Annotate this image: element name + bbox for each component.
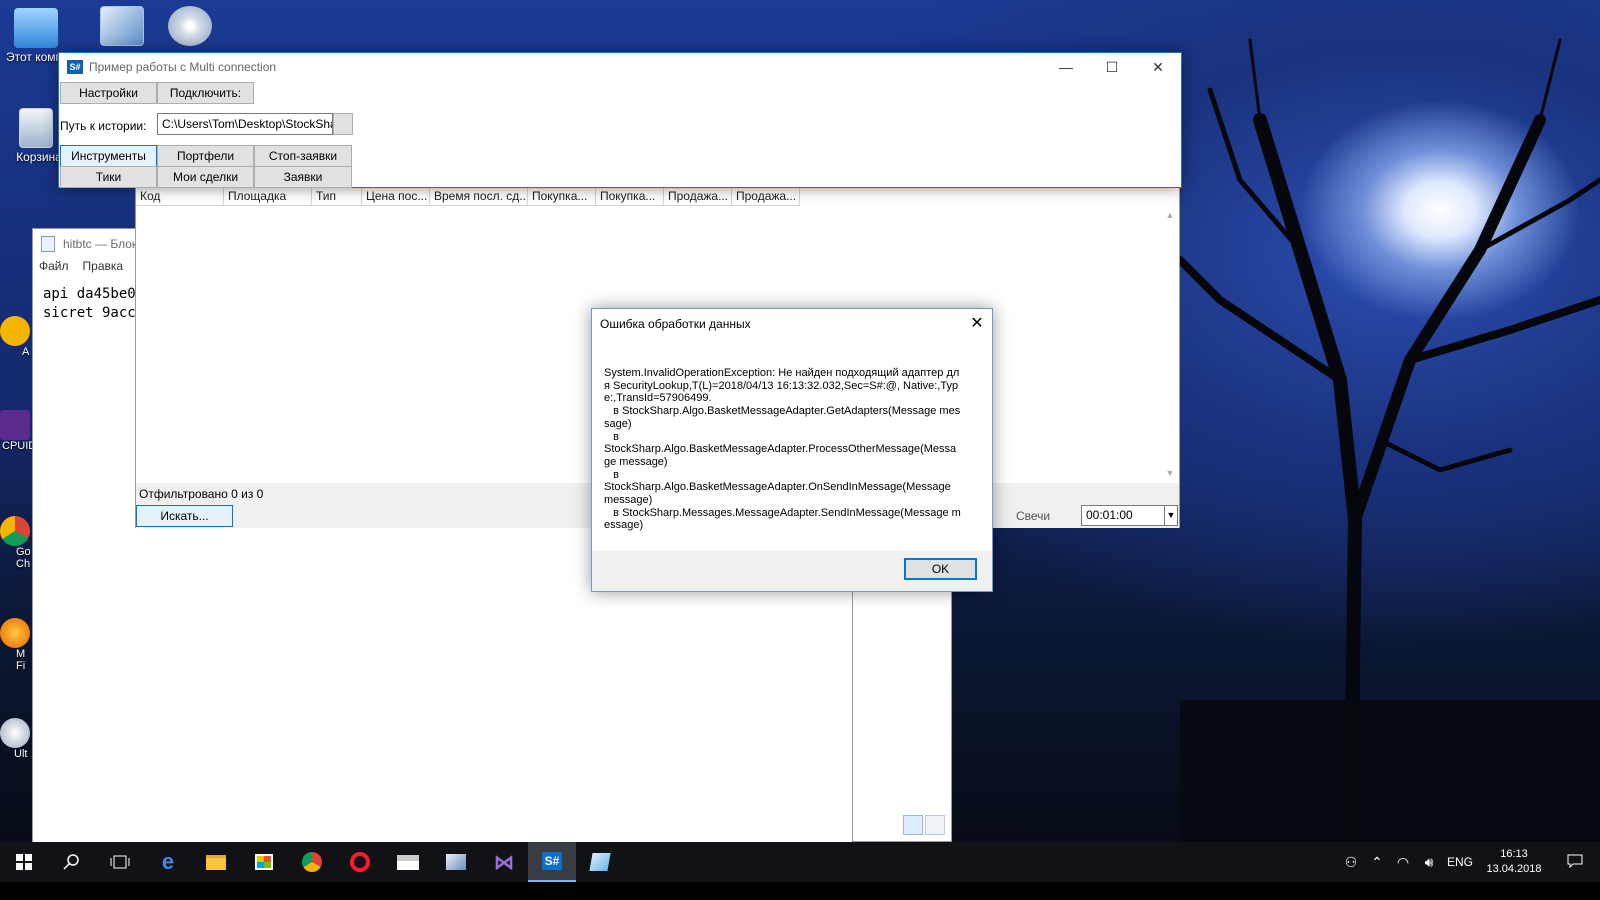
- visual-studio-icon[interactable]: ⋈: [480, 842, 528, 882]
- search-button[interactable]: Искать...: [136, 505, 233, 527]
- start-icon[interactable]: [0, 842, 48, 882]
- task-view-icon[interactable]: [96, 842, 144, 882]
- search-icon[interactable]: [48, 842, 96, 882]
- column-header[interactable]: Покупка...: [596, 188, 664, 206]
- window-title: Пример работы с Multi connection: [89, 60, 277, 74]
- ok-button[interactable]: OK: [904, 558, 977, 580]
- desktop-icon-partial[interactable]: Go Ch: [0, 516, 34, 570]
- stocksharp-icon[interactable]: S#: [528, 842, 576, 882]
- main-title-bar[interactable]: S# Пример работы с Multi connection — ☐ …: [59, 53, 1181, 81]
- recycle-bin-icon: [19, 108, 53, 148]
- tree-silhouette: [1180, 38, 1600, 900]
- candles-label: Свечи: [1016, 509, 1051, 523]
- chrome-icon: [0, 516, 30, 546]
- system-tray: ⚇ ⌃ ◠ 🔊︎ ENG 16:13 13.04.2018: [1338, 842, 1600, 882]
- column-header[interactable]: Продажа...: [732, 188, 800, 206]
- column-header[interactable]: Покупка...: [528, 188, 596, 206]
- desktop-icon-label: Этот компьютер: [6, 50, 66, 64]
- disc-icon: [0, 718, 30, 748]
- grid-header: Код Площадка Тип Цена пос... Время посл.…: [136, 188, 800, 206]
- chrome-icon[interactable]: [288, 842, 336, 882]
- dialog-message: System.InvalidOperationException: Не най…: [592, 339, 992, 551]
- close-button[interactable]: ✕: [1135, 53, 1181, 81]
- tab-ticks[interactable]: Тики: [60, 166, 157, 188]
- history-path-label: Путь к истории:: [60, 119, 147, 133]
- notepad-icon[interactable]: [576, 842, 624, 882]
- close-icon[interactable]: ✕: [962, 309, 992, 339]
- error-dialog[interactable]: Ошибка обработки данных ✕ System.Invalid…: [591, 308, 993, 592]
- list-view-icon[interactable]: [903, 815, 923, 835]
- browse-button[interactable]: [333, 113, 353, 135]
- timeframe-field[interactable]: 00:01:00: [1081, 505, 1165, 526]
- history-path-input[interactable]: C:\Users\Tom\Desktop\StockSha: [157, 113, 333, 135]
- desktop-icon-label: Ult: [14, 748, 28, 760]
- tab-stop-orders[interactable]: Стоп-заявки: [254, 145, 352, 167]
- menu-edit[interactable]: Правка: [83, 259, 124, 279]
- firefox-icon: [0, 618, 30, 648]
- tab-portfolios[interactable]: Портфели: [157, 145, 254, 167]
- cpuid-icon: [0, 410, 30, 440]
- language-indicator[interactable]: ENG: [1442, 855, 1478, 869]
- column-header[interactable]: Время посл. сд...: [430, 188, 528, 206]
- notepad-icon: [41, 236, 55, 252]
- volume-icon[interactable]: 🔊︎: [1416, 854, 1442, 871]
- clock-time: 16:13: [1500, 848, 1528, 860]
- desktop-icon-label: A: [22, 346, 30, 358]
- column-header[interactable]: Код: [136, 188, 224, 206]
- maximize-button[interactable]: ☐: [1089, 53, 1135, 81]
- dialog-title-bar[interactable]: Ошибка обработки данных ✕: [592, 309, 992, 339]
- grid-scrollbar[interactable]: ▲ ▼: [1163, 208, 1177, 480]
- stocksharp-label: S#: [541, 852, 563, 870]
- scroll-up-icon[interactable]: ▲: [1163, 208, 1177, 222]
- desktop-icon-disc[interactable]: [158, 6, 222, 48]
- desktop-icon-partial[interactable]: Ult: [0, 718, 34, 760]
- minimize-button[interactable]: —: [1043, 53, 1089, 81]
- clock[interactable]: 16:13 13.04.2018: [1478, 847, 1550, 877]
- desktop-icon-control-panel[interactable]: [90, 6, 154, 48]
- desktop-icon-label: Go Ch: [16, 546, 31, 570]
- explorer-icon[interactable]: [192, 842, 240, 882]
- notepad-title: hitbtc — Блок: [63, 237, 138, 251]
- mail-icon[interactable]: [384, 842, 432, 882]
- desktop-icon-partial[interactable]: CPUID: [0, 410, 34, 452]
- app-shortcut-icon: [0, 316, 30, 346]
- details-view-icon[interactable]: [925, 815, 945, 835]
- clock-date: 13.04.2018: [1486, 863, 1542, 875]
- main-window[interactable]: S# Пример работы с Multi connection — ☐ …: [58, 52, 1182, 188]
- stocksharp-icon: S#: [67, 60, 83, 74]
- settings-button[interactable]: Настройки: [60, 82, 157, 104]
- desktop-icon-label: CPUID: [2, 440, 34, 452]
- scroll-down-icon[interactable]: ▼: [1163, 466, 1177, 480]
- filter-status: Отфильтровано 0 из 0: [139, 487, 264, 501]
- tab-my-trades[interactable]: Мои сделки: [157, 166, 254, 188]
- notifications-icon[interactable]: [1550, 854, 1600, 871]
- tab-orders[interactable]: Заявки: [254, 166, 352, 188]
- column-header[interactable]: Цена пос...: [362, 188, 430, 206]
- opera-icon[interactable]: [336, 842, 384, 882]
- dialog-title: Ошибка обработки данных: [600, 317, 751, 331]
- desktop-icon-partial[interactable]: M Fi: [0, 618, 34, 672]
- column-header[interactable]: Тип: [312, 188, 362, 206]
- chevron-down-icon[interactable]: ▼: [1164, 505, 1178, 526]
- column-header[interactable]: Площадка: [224, 188, 312, 206]
- this-pc-icon: [14, 8, 58, 48]
- people-icon[interactable]: ⚇: [1338, 854, 1364, 871]
- desktop-icon-partial[interactable]: A: [0, 316, 34, 358]
- tab-instruments[interactable]: Инструменты: [60, 145, 157, 167]
- wifi-icon[interactable]: ◠: [1390, 854, 1416, 871]
- store-icon[interactable]: [240, 842, 288, 882]
- taskbar: e ⋈ S# ⚇ ⌃ ◠ 🔊︎ ENG 16:13 13.04.2018: [0, 842, 1600, 882]
- connect-button[interactable]: Подключить:: [157, 82, 254, 104]
- app-icon[interactable]: [432, 842, 480, 882]
- disc-icon: [168, 6, 212, 46]
- screen-bottom-edge: [0, 882, 1600, 900]
- column-header[interactable]: Продажа...: [664, 188, 732, 206]
- control-panel-icon: [100, 6, 144, 46]
- desktop-icon-label: M Fi: [16, 648, 26, 672]
- menu-file[interactable]: Файл: [39, 259, 69, 279]
- chart-window-fragment: [852, 580, 952, 842]
- chevron-up-icon[interactable]: ⌃: [1364, 854, 1390, 871]
- edge-icon[interactable]: e: [144, 842, 192, 882]
